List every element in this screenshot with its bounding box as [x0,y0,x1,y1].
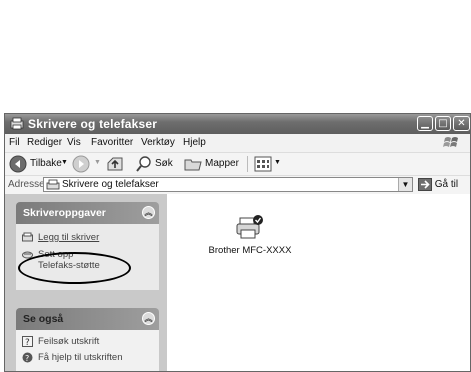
folders-button[interactable]: Mapper [183,155,245,173]
add-printer-icon [22,232,33,242]
printer-folder-small-icon [46,179,60,190]
address-dropdown-icon[interactable]: ▼ [398,178,412,191]
printer-item[interactable]: Brother MFC-XXXX [180,214,320,256]
address-bar: Adresse Skrivere og telefakser ▼ Gå til [5,175,470,195]
search-icon [136,156,151,172]
menu-view[interactable]: Vis [67,137,81,148]
minimize-icon: ▁ [421,118,429,129]
printer-icon [236,215,263,239]
windows-logo-icon [443,137,458,147]
folders-icon [184,159,202,171]
help-circle-icon: ? [22,352,33,363]
collapse-chevron-icon[interactable]: ︽ [142,312,155,325]
see-also-title: Se også [23,313,64,325]
up-folder-button[interactable] [106,155,126,173]
printer-tasks-title: Skriveroppgaver [23,207,106,219]
add-printer-task[interactable]: Legg til skriver [22,232,152,244]
address-value: Skrivere og telefakser [62,179,159,190]
views-button[interactable]: ▼ [254,155,282,173]
see-also-header[interactable]: Se også ︽ [16,308,159,330]
menu-favorites[interactable]: Favoritter [91,137,133,148]
up-folder-icon [107,157,123,171]
printer-tasks-header[interactable]: Skriveroppgaver ︽ [16,202,159,224]
add-printer-label: Legg til skriver [38,232,100,243]
collapse-chevron-icon[interactable]: ︽ [142,206,155,219]
printer-folder-icon [10,117,24,130]
printing-help-label: Få hjelp til utskriften [38,352,123,363]
folders-label: Mapper [205,158,239,169]
see-also-panel: ? Feilsøk utskrift ? Få hjelp til utskri… [16,330,159,371]
toolbar: Tilbake ▼ ▼ Søk Mapper ▼ [5,152,470,175]
go-label: Gå til [434,179,459,191]
go-arrow-icon [418,178,432,191]
toolbar-separator [247,156,248,172]
menu-file[interactable]: Fil [9,137,20,148]
address-label: Adresse [8,179,45,190]
printer-name: Brother MFC-XXXX [208,245,292,256]
menu-edit[interactable]: Rediger [27,137,62,148]
back-button[interactable]: Tilbake ▼ [9,155,68,173]
menu-bar: Fil Rediger Vis Favoritter Verktøy Hjelp [5,134,470,152]
menu-tools[interactable]: Verktøy [141,137,175,148]
svg-text:?: ? [25,338,30,347]
help-book-icon: ? [22,336,33,347]
troubleshoot-print-label: Feilsøk utskrift [38,336,100,347]
minimize-button[interactable]: ▁ [417,116,433,131]
maximize-icon: □ [438,118,448,129]
search-button[interactable]: Søk [135,155,179,173]
go-button[interactable]: Gå til [418,178,458,191]
back-label: Tilbake [30,158,62,169]
svg-text:?: ? [25,354,29,363]
menu-help[interactable]: Hjelp [183,137,206,148]
back-dropdown-icon[interactable]: ▼ [61,159,68,166]
title-bar[interactable]: Skrivere og telefakser ▁ □ ✕ [5,114,470,134]
window-title: Skrivere og telefakser [28,117,158,131]
forward-button[interactable]: ▼ [72,155,102,173]
views-dropdown-icon: ▼ [274,159,281,166]
back-arrow-icon [9,155,27,173]
views-icon [254,156,272,172]
annotation-circle [18,252,131,284]
close-button[interactable]: ✕ [453,116,470,131]
close-icon: ✕ [457,118,466,129]
troubleshoot-print-link[interactable]: ? Feilsøk utskrift [22,336,152,348]
address-input[interactable]: Skrivere og telefakser ▼ [43,177,413,192]
forward-arrow-icon [72,155,90,173]
forward-dropdown-icon[interactable]: ▼ [94,159,101,166]
search-label: Søk [155,158,173,169]
printing-help-link[interactable]: ? Få hjelp til utskriften [22,352,152,364]
maximize-button[interactable]: □ [435,116,451,131]
